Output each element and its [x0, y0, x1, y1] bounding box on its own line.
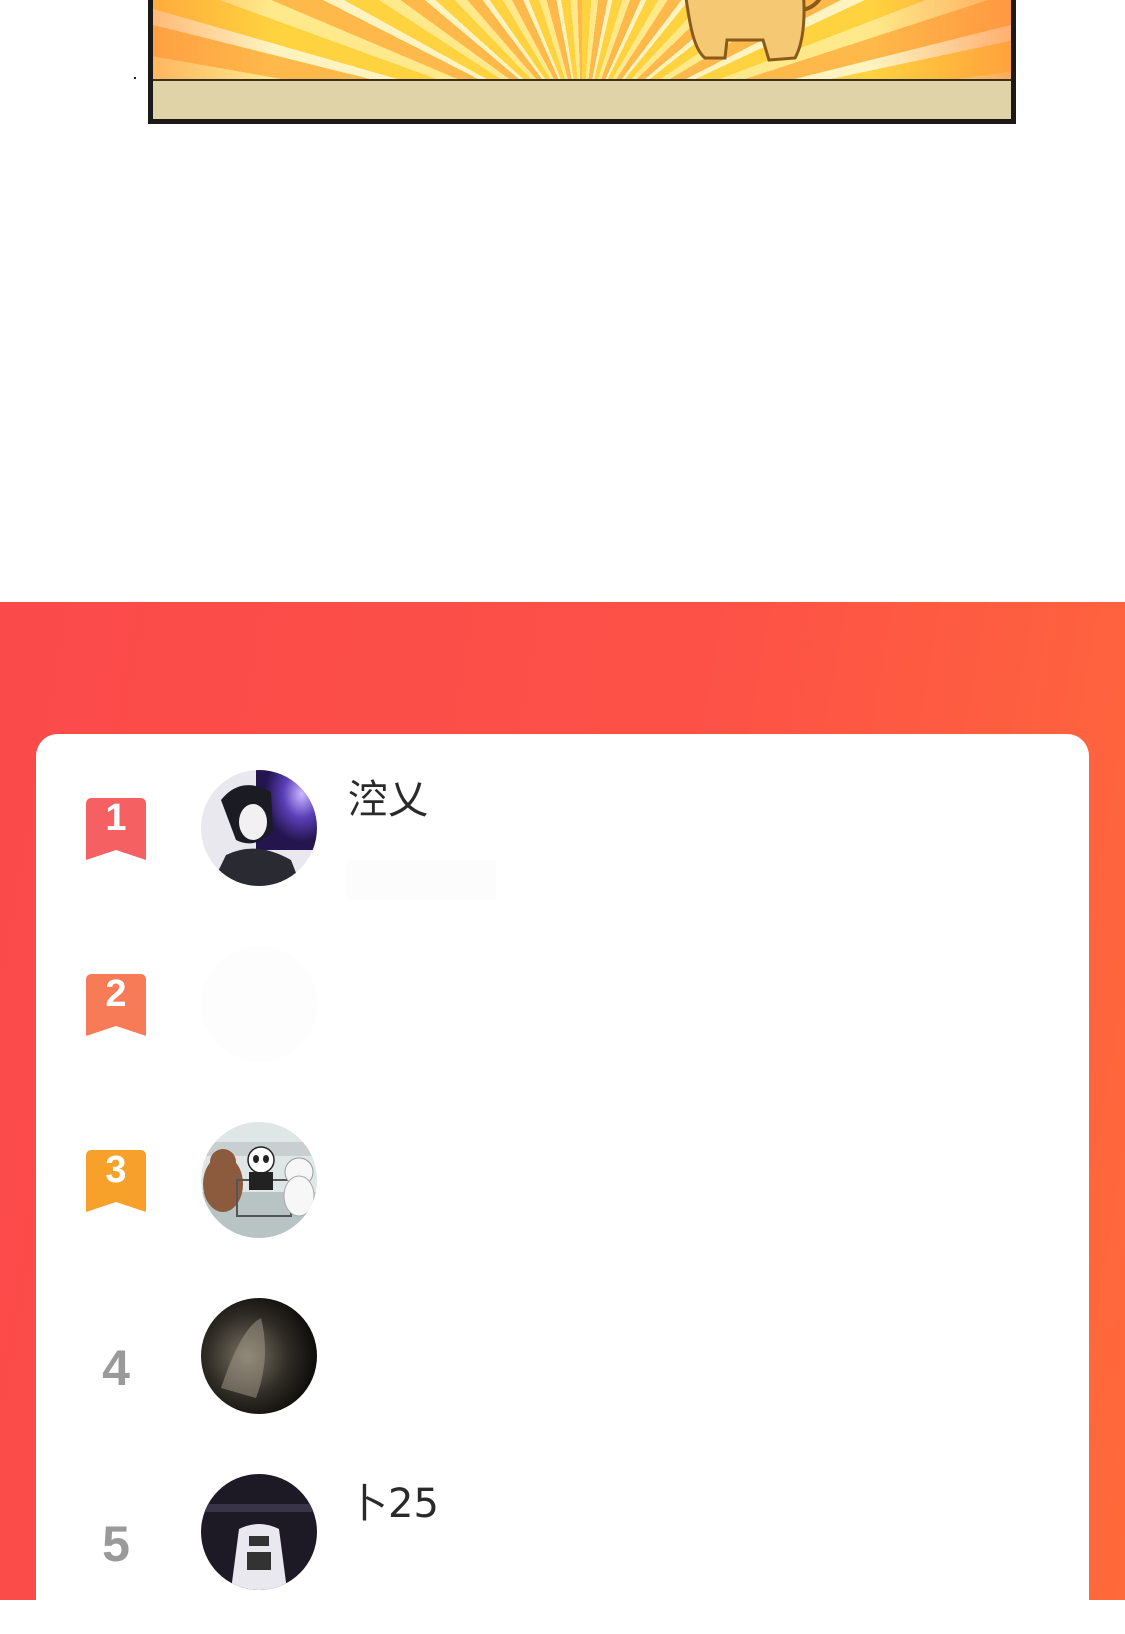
- stray-dot: [134, 77, 136, 79]
- comic-floor: [153, 79, 1011, 119]
- avatar[interactable]: [201, 1298, 317, 1414]
- ranking-row-1[interactable]: 1 涳乂: [36, 770, 1089, 910]
- comic-panel: [148, 0, 1016, 124]
- ranking-row-5[interactable]: 5 卜25: [36, 1474, 1089, 1614]
- rank-number: 3: [105, 1149, 127, 1191]
- avatar[interactable]: [201, 1474, 317, 1590]
- avatar[interactable]: [201, 770, 317, 886]
- avatar[interactable]: [201, 946, 317, 1062]
- red-bookmark-icon: 1: [86, 797, 146, 860]
- fan-ranking-section: 1 涳乂 2 3 4 5 卜25: [0, 602, 1125, 1634]
- subtitle-placeholder: [346, 860, 496, 900]
- ranking-row-4[interactable]: 4: [36, 1298, 1089, 1438]
- rank-number: 5: [102, 1516, 130, 1572]
- user-name: 卜25: [348, 1481, 439, 1527]
- ranking-card: 1 涳乂 2 3 4 5 卜25: [36, 734, 1089, 1634]
- rank-number: 4: [102, 1340, 130, 1396]
- avatar[interactable]: [201, 1122, 317, 1238]
- rank-number: 2: [105, 973, 127, 1015]
- amber-bookmark-icon: 3: [86, 1149, 146, 1212]
- orange-bookmark-icon: 2: [86, 973, 146, 1036]
- ranking-row-3[interactable]: 3: [36, 1122, 1089, 1262]
- rank-number: 1: [105, 797, 127, 839]
- user-name: 涳乂: [348, 777, 428, 823]
- comic-character-illustration: [684, 0, 822, 62]
- ranking-row-2[interactable]: 2: [36, 946, 1089, 1086]
